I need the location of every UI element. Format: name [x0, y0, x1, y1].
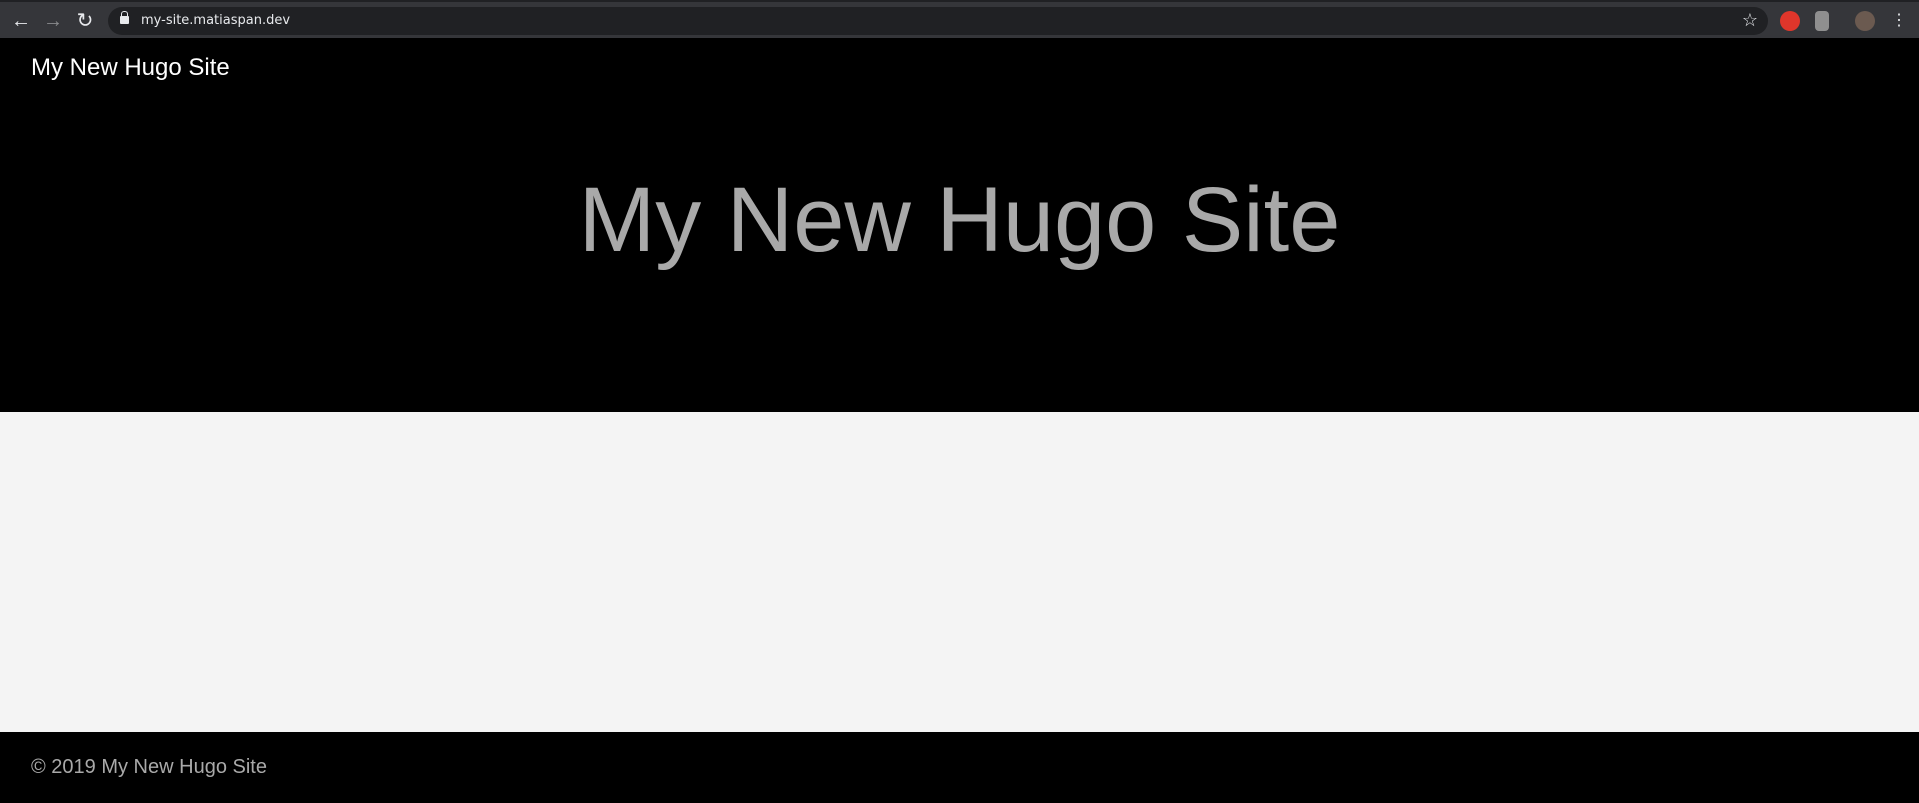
copyright-text: © 2019 My New Hugo Site: [31, 756, 267, 778]
back-icon[interactable]: ←: [8, 8, 34, 34]
lock-icon[interactable]: [120, 11, 129, 24]
avatar[interactable]: [1855, 11, 1875, 31]
star-icon[interactable]: ☆: [1742, 10, 1758, 31]
adblock-icon[interactable]: [1780, 11, 1800, 31]
forward-icon[interactable]: →: [40, 8, 66, 34]
site-brand-link[interactable]: My New Hugo Site: [31, 54, 230, 82]
site-footer: © 2019 My New Hugo Site: [0, 732, 1919, 803]
browser-toolbar: ← → ↻ my-site.matiaspan.dev ☆ ⋮: [0, 0, 1919, 38]
menu-icon[interactable]: ⋮: [1886, 8, 1912, 34]
reload-icon[interactable]: ↻: [72, 8, 98, 34]
url-text[interactable]: my-site.matiaspan.dev: [141, 13, 290, 28]
address-bar[interactable]: my-site.matiaspan.dev ☆: [108, 7, 1768, 35]
site-header: My New Hugo Site My New Hugo Site: [0, 38, 1919, 412]
hero-title: My New Hugo Site: [578, 169, 1341, 271]
extension-icon[interactable]: [1815, 11, 1829, 31]
